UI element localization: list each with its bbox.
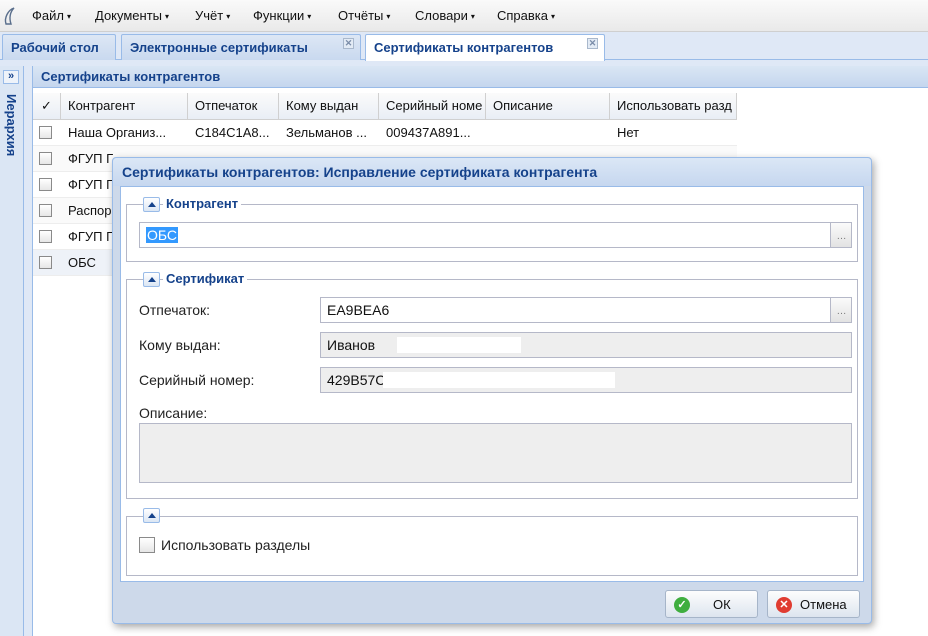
row-checkbox[interactable] — [39, 126, 52, 139]
chevron-down-icon: ▾ — [386, 12, 391, 21]
ok-button[interactable]: ✓ ОК — [665, 590, 758, 618]
column-header-fingerprint[interactable]: Отпечаток — [188, 93, 279, 120]
row-checkbox[interactable] — [39, 256, 52, 269]
menu-reports-label: Отчёты — [338, 8, 384, 23]
use-sections-label[interactable]: Использовать разделы — [161, 537, 310, 553]
hierarchy-label[interactable]: Иерархия — [4, 94, 19, 156]
redaction-overlay — [383, 372, 615, 388]
menu-bar: Файл ▾ Документы ▾ Учёт ▾ Функции ▾ Отчёты ▾ … — [0, 0, 928, 32]
issued-to-field[interactable]: Иванов — [320, 332, 852, 358]
contragent-value: ОБС — [146, 227, 179, 243]
cell-serial: 009437A891... — [386, 125, 471, 140]
tab-electronic-certificates-label: Электронные сертификаты — [130, 40, 308, 55]
menu-functions-label: Функции — [253, 8, 305, 23]
dialog-body: Контрагент ОБС … Сертификат Отпечаток: E… — [120, 186, 864, 582]
dialog-title[interactable]: Сертификаты контрагентов: Исправление се… — [113, 158, 871, 186]
menu-functions[interactable]: Функции ▾ — [253, 8, 311, 23]
menu-file[interactable]: Файл ▾ — [32, 8, 71, 23]
chevron-down-icon: ▾ — [226, 12, 231, 21]
collapse-certificate-icon[interactable] — [143, 272, 160, 287]
issued-to-label: Кому выдан: — [139, 337, 221, 353]
contragent-field[interactable]: ОБС … — [139, 222, 852, 248]
certificate-legend: Сертификат — [163, 271, 248, 286]
grid-header: ✓ Контрагент Отпечаток Кому выдан Серийн… — [33, 93, 737, 120]
select-all-column-header[interactable]: ✓ — [33, 93, 61, 120]
row-checkbox[interactable] — [39, 230, 52, 243]
menu-documents[interactable]: Документы ▾ — [95, 8, 169, 23]
serial-field[interactable]: 429B57C — [320, 367, 852, 393]
cell-issued-to: Зельманов ... — [286, 125, 367, 140]
fingerprint-label: Отпечаток: — [139, 302, 211, 318]
collapse-contragent-icon[interactable] — [143, 197, 160, 212]
cancel-icon: ✕ — [776, 597, 792, 613]
menu-accounting-label: Учёт — [195, 8, 224, 23]
cancel-button[interactable]: ✕ Отмена — [767, 590, 860, 618]
tab-desktop-label: Рабочий стол — [11, 40, 99, 55]
column-header-issued-to[interactable]: Кому выдан — [279, 93, 379, 120]
panel-title: Сертификаты контрагентов — [33, 66, 928, 88]
menu-reports[interactable]: Отчёты ▾ — [338, 8, 390, 23]
close-icon[interactable]: ✕ — [343, 38, 354, 49]
app-logo-icon — [4, 7, 15, 25]
chevron-down-icon: ▾ — [165, 12, 170, 21]
fingerprint-value: EA9BEA6⁢ — [327, 302, 390, 318]
column-header-contragent[interactable]: Контрагент — [61, 93, 188, 120]
column-header-use-sections[interactable]: Использовать разд — [610, 93, 737, 120]
row-checkbox[interactable] — [39, 204, 52, 217]
contragent-legend: Контрагент — [163, 196, 242, 211]
hierarchy-panel-collapsed: » Иерархия — [0, 66, 24, 636]
cell-description — [486, 120, 610, 146]
ok-button-label: ОК — [713, 597, 731, 612]
tab-contragent-certificates-label: Сертификаты контрагентов — [374, 40, 554, 55]
collapse-options-icon[interactable] — [143, 508, 160, 523]
menu-documents-label: Документы — [95, 8, 163, 23]
description-textarea[interactable] — [139, 423, 852, 483]
column-header-serial[interactable]: Серийный номе — [379, 93, 486, 120]
menu-file-label: Файл — [32, 8, 64, 23]
fingerprint-field[interactable]: EA9BEA6⁢ … — [320, 297, 852, 323]
row-checkbox[interactable] — [39, 178, 52, 191]
cell-fingerprint: C184C1A8... — [195, 125, 270, 140]
chevron-down-icon: ▾ — [551, 12, 556, 21]
table-row[interactable]: Наша Организ... C184C1A8... Зельманов ..… — [33, 120, 737, 146]
check-icon: ✓ — [674, 597, 690, 613]
redaction-overlay — [397, 337, 521, 353]
cell-use-sections: Нет — [617, 125, 640, 140]
lookup-trigger-icon[interactable]: … — [830, 298, 851, 322]
menu-help-label: Справка — [497, 8, 548, 23]
lookup-trigger-icon[interactable]: … — [830, 223, 851, 247]
tab-desktop[interactable]: Рабочий стол — [2, 34, 116, 60]
expand-panel-icon[interactable]: » — [3, 70, 19, 84]
issued-to-value: Иванов — [327, 337, 376, 353]
chevron-down-icon: ▾ — [470, 12, 475, 21]
edit-certificate-dialog: Сертификаты контрагентов: Исправление се… — [112, 157, 872, 624]
tab-bar: Рабочий стол Электронные сертификаты ✕ С… — [0, 32, 928, 61]
serial-value: 429B57C — [327, 372, 386, 388]
description-label: Описание: — [139, 405, 208, 421]
tab-contragent-certificates[interactable]: Сертификаты контрагентов ✕ — [365, 34, 605, 61]
column-header-description[interactable]: Описание — [486, 93, 610, 120]
use-sections-checkbox[interactable] — [139, 537, 155, 553]
chevron-down-icon: ▾ — [307, 12, 312, 21]
tab-electronic-certificates[interactable]: Электронные сертификаты ✕ — [121, 34, 361, 60]
serial-label: Серийный номер: — [139, 372, 255, 388]
chevron-down-icon: ▾ — [66, 12, 71, 21]
menu-help[interactable]: Справка ▾ — [497, 8, 555, 23]
menu-dictionaries-label: Словари — [415, 8, 468, 23]
close-icon[interactable]: ✕ — [587, 38, 598, 49]
menu-accounting[interactable]: Учёт ▾ — [195, 8, 230, 23]
row-checkbox[interactable] — [39, 152, 52, 165]
menu-dictionaries[interactable]: Словари ▾ — [415, 8, 475, 23]
cancel-button-label: Отмена — [800, 597, 847, 612]
cell-contragent: Наша Организ... — [68, 125, 167, 140]
